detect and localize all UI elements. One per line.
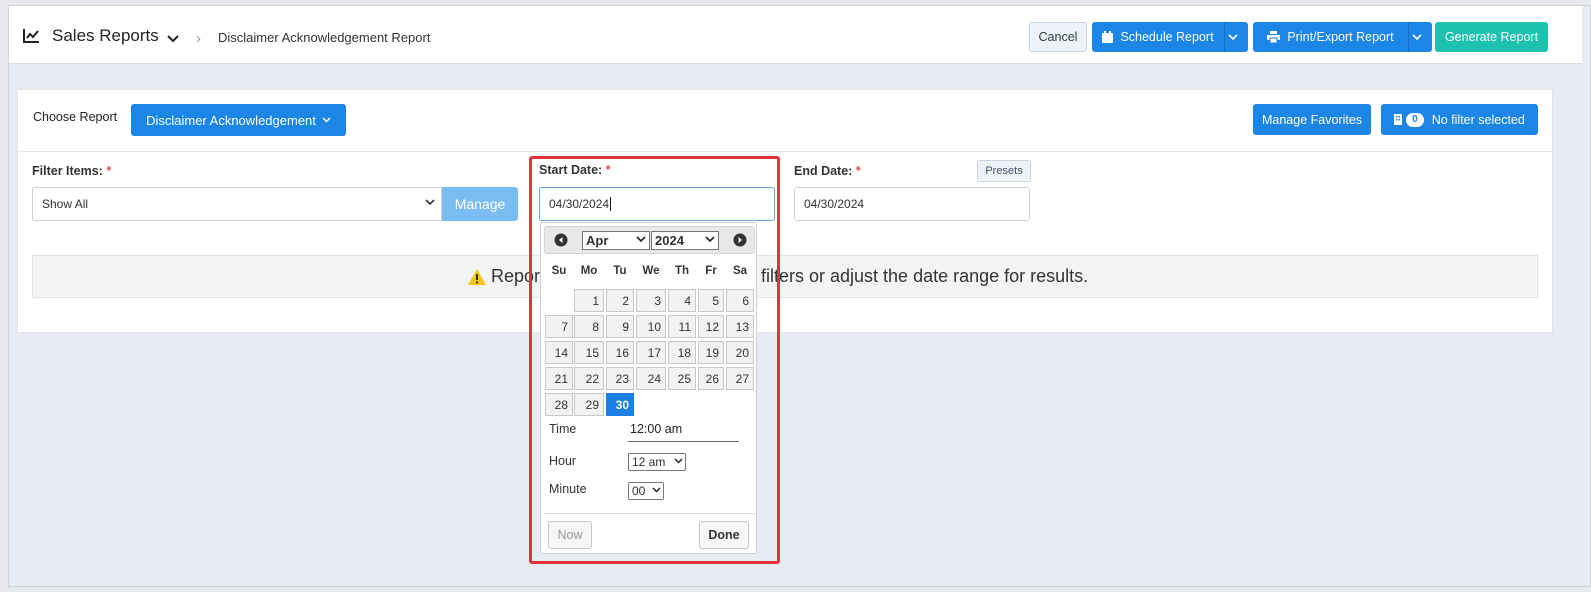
presets-button[interactable]: Presets [977,160,1031,182]
manage-filter-label: Manage [454,196,506,212]
chevron-down-icon [322,117,331,123]
calendar-icon [1102,31,1114,43]
required-mark: * [106,164,112,178]
chart-line-icon [22,28,42,44]
alert-text-right: filters or adjust the date range for res… [761,266,1089,286]
schedule-report-label: Schedule Report [1120,30,1214,44]
print-export-dropdown[interactable] [1408,22,1432,52]
cancel-label: Cancel [1038,30,1078,44]
end-date-input[interactable]: 04/30/2024 [794,187,1030,221]
highlight-box [529,156,780,564]
warning-icon [468,268,486,285]
filter-items-value: Show All [42,197,89,211]
choose-report-dropdown[interactable]: Disclaimer Acknowledgement [131,104,346,136]
printer-icon [1267,31,1281,43]
print-export-label: Print/Export Report [1287,30,1394,44]
no-results-alert: Repor filters or adjust the date range f… [32,255,1538,298]
presets-label: Presets [985,165,1023,177]
filter-items-select[interactable]: Show All [32,187,442,221]
manage-filter-button[interactable]: Manage [442,187,518,221]
filter-items-label: Filter Items: * [32,164,111,178]
filter-items-label-text: Filter Items: [32,164,103,178]
page-title: Sales Reports [52,26,159,45]
selected-report: Disclaimer Acknowledgement [146,112,316,128]
manage-favorites-button[interactable]: Manage Favorites [1253,104,1371,135]
building-icon [1394,114,1403,125]
chevron-down-icon [425,199,435,206]
cancel-button[interactable]: Cancel [1029,22,1087,52]
top-header: Sales Reports › Disclaimer Acknowledgeme… [9,6,1582,64]
breadcrumb: Disclaimer Acknowledgement Report [218,30,431,45]
chevron-down-icon[interactable] [167,32,179,46]
generate-report-button[interactable]: Generate Report [1435,22,1548,52]
divider [18,151,1552,152]
filter-count-badge: 0 [1406,112,1424,127]
chevron-down-icon [1412,33,1422,40]
breadcrumb-separator-icon: › [196,30,201,47]
generate-report-label: Generate Report [1444,30,1539,44]
schedule-report-dropdown[interactable] [1224,22,1248,52]
report-panel: Choose Report Disclaimer Acknowledgement… [17,89,1553,333]
chevron-down-icon [1228,33,1238,40]
manage-favorites-label: Manage Favorites [1261,112,1363,127]
end-date-label-text: End Date: [794,164,853,178]
print-export-button[interactable]: Print/Export Report [1253,22,1408,52]
end-date-value: 04/30/2024 [804,197,865,211]
choose-report-label: Choose Report [33,110,118,124]
end-date-label: End Date: * [794,164,861,178]
required-mark: * [855,164,861,178]
filter-status-button[interactable]: 0 No filter selected [1381,104,1538,135]
filter-status-label: No filter selected [1431,112,1525,127]
schedule-report-button[interactable]: Schedule Report [1092,22,1224,52]
